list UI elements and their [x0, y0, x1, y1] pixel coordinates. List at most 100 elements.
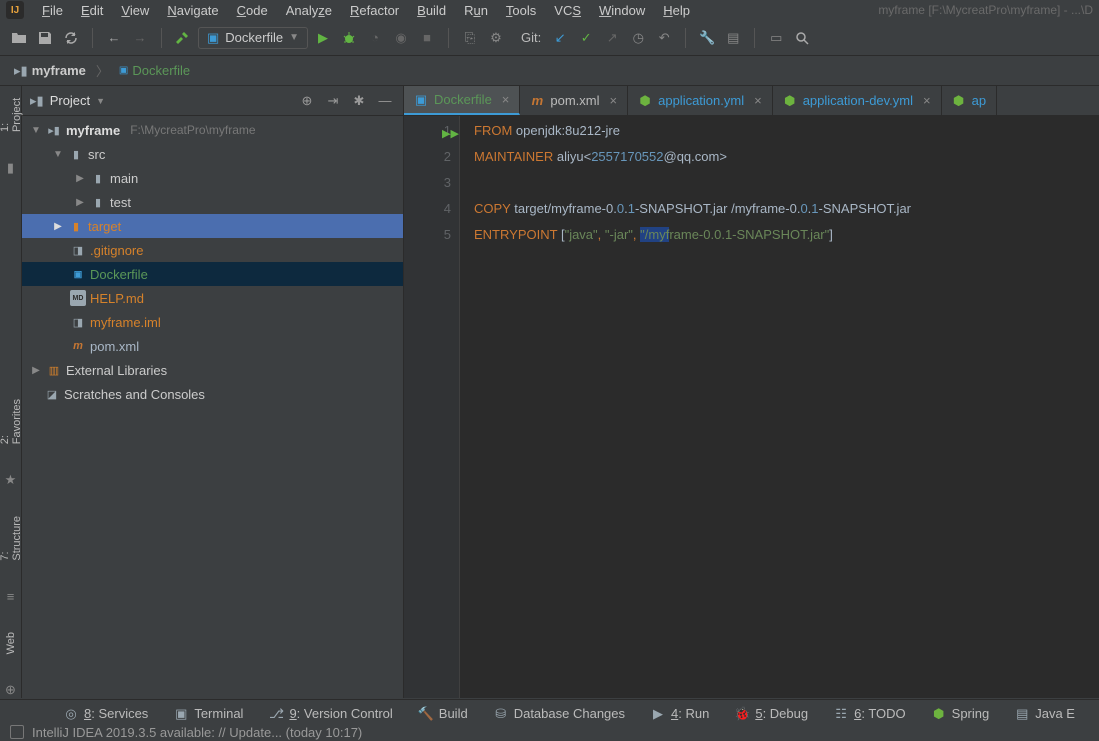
tree-test[interactable]: ▶ ▮ test	[22, 190, 403, 214]
code-content[interactable]: FROM openjdk:8u212-jreMAINTAINER aliyu<2…	[460, 116, 1099, 698]
back-icon[interactable]: ←	[103, 27, 125, 49]
profile-icon[interactable]: ◉	[390, 27, 412, 49]
menu-view[interactable]: View	[121, 3, 149, 18]
open-icon[interactable]	[8, 27, 30, 49]
line-number[interactable]: 2	[404, 144, 451, 170]
structure-icon[interactable]: ≡	[3, 589, 19, 604]
arrow-right-icon[interactable]: ▶	[74, 173, 86, 184]
tool-favorites[interactable]: 2: Favorites	[0, 395, 23, 448]
code-area[interactable]: ▶▶ 1 2 3 4 5 FROM openjdk:8u212-jreMAINT…	[404, 116, 1099, 698]
sync-icon[interactable]	[60, 27, 82, 49]
project-tree[interactable]: ▼ ▸▮ myframe F:\MycreatPro\myframe ▼ ▮ s…	[22, 116, 403, 698]
presentation-icon[interactable]: ▭	[765, 27, 787, 49]
tool-run[interactable]: ▶4: Run	[651, 706, 709, 721]
tool-todo[interactable]: ☷6: TODO	[834, 706, 906, 721]
gutter[interactable]: ▶▶ 1 2 3 4 5	[404, 116, 460, 698]
tree-iml[interactable]: ◨ myframe.iml	[22, 310, 403, 334]
run-gutter-icon[interactable]: ▶▶	[442, 121, 459, 147]
collapse-icon[interactable]: ⇥	[323, 91, 343, 111]
tree-root[interactable]: ▼ ▸▮ myframe F:\MycreatPro\myframe	[22, 118, 403, 142]
tool-db[interactable]: ⛁Database Changes	[494, 706, 625, 721]
arrow-right-icon[interactable]: ▶	[30, 365, 42, 376]
menu-code[interactable]: Code	[237, 3, 268, 18]
gear-icon[interactable]: ✱	[349, 91, 369, 111]
tab-application-yml[interactable]: ⬢ application.yml ×	[628, 86, 773, 115]
breadcrumb-file[interactable]: ▣ Dockerfile	[113, 61, 196, 80]
menu-vcs[interactable]: VCS	[554, 3, 581, 18]
menu-build[interactable]: Build	[417, 3, 446, 18]
tool-structure[interactable]: 7: Structure	[0, 512, 23, 565]
tool-spring[interactable]: ⬢Spring	[932, 706, 990, 721]
arrow-right-icon[interactable]: ▶	[52, 221, 64, 232]
tree-pom[interactable]: m pom.xml	[22, 334, 403, 358]
git-revert-icon[interactable]: ↶	[653, 27, 675, 49]
web-icon[interactable]: ⊕	[3, 682, 19, 698]
chevron-down-icon[interactable]: ▼	[96, 96, 105, 106]
menu-refactor[interactable]: Refactor	[350, 3, 399, 18]
tree-helpmd[interactable]: MD HELP.md	[22, 286, 403, 310]
coverage-icon[interactable]: ◔	[364, 27, 386, 49]
close-icon[interactable]: ×	[502, 92, 510, 107]
git-push-icon[interactable]: ↗	[601, 27, 623, 49]
locate-icon[interactable]: ⊕	[297, 91, 317, 111]
tree-ext-lib[interactable]: ▶ ▥ External Libraries	[22, 358, 403, 382]
git-history-icon[interactable]: ◷	[627, 27, 649, 49]
run-config-selector[interactable]: ▣ Dockerfile ▼	[198, 27, 308, 49]
arrow-down-icon[interactable]: ▼	[30, 125, 42, 136]
forward-icon[interactable]: →	[129, 27, 151, 49]
attach-icon[interactable]: ⎘	[459, 27, 481, 49]
tool-build[interactable]: 🔨Build	[419, 706, 468, 721]
bookmark-icon[interactable]: ▮	[3, 160, 19, 176]
tool-terminal[interactable]: ▣Terminal	[174, 706, 243, 721]
project-structure-icon[interactable]: ▤	[722, 27, 744, 49]
git-commit-icon[interactable]: ✓	[575, 27, 597, 49]
tool-web[interactable]: Web	[5, 628, 17, 658]
tab-partial[interactable]: ⬢ ap	[942, 86, 997, 115]
tree-src[interactable]: ▼ ▮ src	[22, 142, 403, 166]
menu-edit[interactable]: Edit	[81, 3, 103, 18]
tool-javae[interactable]: ▤Java E	[1015, 706, 1075, 721]
hide-icon[interactable]: —	[375, 91, 395, 111]
star-icon[interactable]: ★	[3, 472, 19, 488]
tree-target[interactable]: ▶ ▮ target	[22, 214, 403, 238]
save-icon[interactable]	[34, 27, 56, 49]
arrow-right-icon[interactable]: ▶	[74, 197, 86, 208]
tab-pom[interactable]: m pom.xml ×	[520, 86, 628, 115]
stop-icon[interactable]: ■	[416, 27, 438, 49]
close-icon[interactable]: ×	[754, 93, 762, 108]
project-panel-title[interactable]: Project	[50, 93, 90, 108]
toolwindow-toggle-icon[interactable]	[10, 725, 24, 739]
arrow-down-icon[interactable]: ▼	[52, 149, 64, 160]
menu-run[interactable]: Run	[464, 3, 488, 18]
tree-gitignore[interactable]: ◨ .gitignore	[22, 238, 403, 262]
tab-application-dev-yml[interactable]: ⬢ application-dev.yml ×	[773, 86, 942, 115]
menu-tools[interactable]: Tools	[506, 3, 536, 18]
debug-icon[interactable]	[338, 27, 360, 49]
settings-icon[interactable]: 🔧	[696, 27, 718, 49]
tool-project[interactable]: 1: Project	[0, 92, 23, 136]
tree-scratches[interactable]: ◪ Scratches and Consoles	[22, 382, 403, 406]
menu-analyze[interactable]: Analyze	[286, 3, 332, 18]
tool-debug[interactable]: 🐞5: Debug	[735, 706, 808, 721]
tree-main[interactable]: ▶ ▮ main	[22, 166, 403, 190]
menu-help[interactable]: Help	[663, 3, 690, 18]
search-everywhere-icon[interactable]	[791, 27, 813, 49]
menu-file[interactable]: File	[42, 3, 63, 18]
close-icon[interactable]: ×	[610, 93, 618, 108]
tool-services[interactable]: ◎8: Services	[64, 706, 148, 721]
line-number[interactable]: 3	[404, 170, 451, 196]
tab-dockerfile[interactable]: ▣ Dockerfile ×	[404, 86, 520, 115]
breadcrumb-root[interactable]: ▸▮ myframe	[8, 61, 92, 81]
menu-navigate[interactable]: Navigate	[167, 3, 218, 18]
hammer-icon[interactable]	[172, 27, 194, 49]
close-icon[interactable]: ×	[923, 93, 931, 108]
tree-dockerfile[interactable]: ▣ Dockerfile	[22, 262, 403, 286]
status-message[interactable]: IntelliJ IDEA 2019.3.5 available: // Upd…	[32, 725, 362, 740]
line-number[interactable]: 5	[404, 222, 451, 248]
menu-window[interactable]: Window	[599, 3, 645, 18]
tool-vcs[interactable]: ⎇9: Version Control	[269, 706, 392, 721]
services-icon[interactable]: ⚙	[485, 27, 507, 49]
run-icon[interactable]: ▶	[312, 27, 334, 49]
line-number[interactable]: 4	[404, 196, 451, 222]
git-update-icon[interactable]: ↙	[549, 27, 571, 49]
